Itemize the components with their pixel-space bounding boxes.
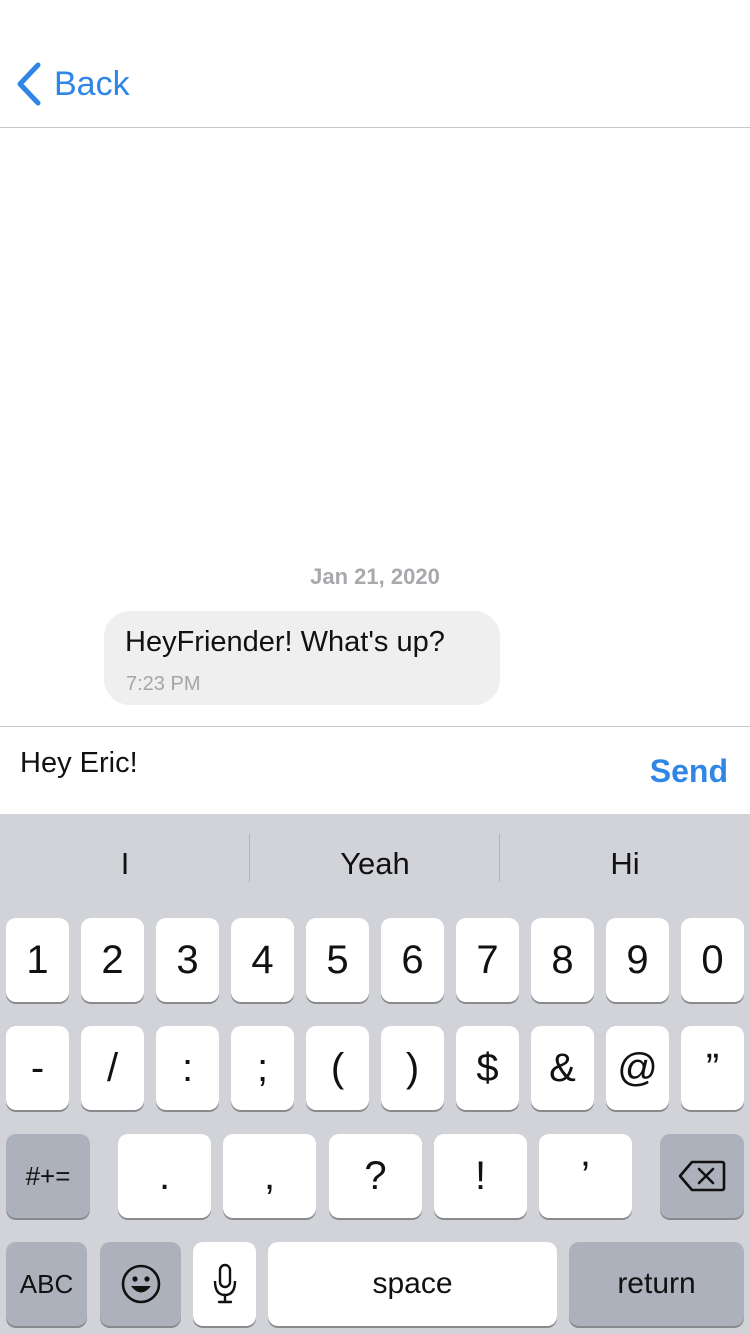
key-close-paren[interactable]: ) <box>381 1026 444 1110</box>
message-bubble[interactable]: HeyFriender! What's up? 7:23 PM <box>104 611 500 705</box>
message-input[interactable]: Hey Eric! <box>20 747 138 780</box>
suggestion-1[interactable]: I <box>0 836 250 882</box>
microphone-icon <box>212 1263 238 1305</box>
back-label: Back <box>54 64 130 103</box>
suggestion-3[interactable]: Hi <box>500 836 750 882</box>
key-apostrophe[interactable]: ’ <box>539 1134 632 1218</box>
key-4[interactable]: 4 <box>231 918 294 1002</box>
key-hyphen[interactable]: - <box>6 1026 69 1110</box>
key-dollar[interactable]: $ <box>456 1026 519 1110</box>
key-6[interactable]: 6 <box>381 918 444 1002</box>
key-colon[interactable]: : <box>156 1026 219 1110</box>
emoji-icon <box>120 1263 162 1305</box>
delete-key[interactable] <box>660 1134 744 1218</box>
key-ampersand[interactable]: & <box>531 1026 594 1110</box>
date-separator: Jan 21, 2020 <box>310 564 440 589</box>
navigation-bar: Back <box>0 0 750 128</box>
key-2[interactable]: 2 <box>81 918 144 1002</box>
emoji-key[interactable] <box>100 1242 181 1326</box>
message-timestamp: 7:23 PM <box>126 673 201 695</box>
key-9[interactable]: 9 <box>606 918 669 1002</box>
key-at[interactable]: @ <box>606 1026 669 1110</box>
dictation-key[interactable] <box>193 1242 256 1326</box>
key-question[interactable]: ? <box>329 1134 422 1218</box>
delete-icon <box>678 1159 726 1193</box>
send-button[interactable]: Send <box>650 753 728 790</box>
key-0[interactable]: 0 <box>681 918 744 1002</box>
key-semicolon[interactable]: ; <box>231 1026 294 1110</box>
space-key[interactable]: space <box>268 1242 557 1326</box>
key-1[interactable]: 1 <box>6 918 69 1002</box>
key-8[interactable]: 8 <box>531 918 594 1002</box>
composer-bar: Hey Eric! Send <box>0 726 750 815</box>
key-exclamation[interactable]: ! <box>434 1134 527 1218</box>
chevron-left-icon <box>16 62 42 106</box>
return-key[interactable]: return <box>569 1242 744 1326</box>
key-period[interactable]: . <box>118 1134 211 1218</box>
key-quote[interactable]: ” <box>681 1026 744 1110</box>
key-comma[interactable]: , <box>223 1134 316 1218</box>
key-5[interactable]: 5 <box>306 918 369 1002</box>
keyboard: I Yeah Hi 1 2 3 4 5 6 7 8 9 0 - / : ; ( … <box>0 814 750 1334</box>
key-slash[interactable]: / <box>81 1026 144 1110</box>
key-open-paren[interactable]: ( <box>306 1026 369 1110</box>
message-list[interactable]: Jan 21, 2020 HeyFriender! What's up? 7:2… <box>0 128 750 726</box>
key-7[interactable]: 7 <box>456 918 519 1002</box>
key-abc[interactable]: ABC <box>6 1242 87 1326</box>
back-button[interactable]: Back <box>16 58 130 110</box>
message-text: HeyFriender! What's up? <box>125 626 445 658</box>
key-more-symbols[interactable]: #+= <box>6 1134 90 1218</box>
suggestion-2[interactable]: Yeah <box>250 836 500 882</box>
key-3[interactable]: 3 <box>156 918 219 1002</box>
